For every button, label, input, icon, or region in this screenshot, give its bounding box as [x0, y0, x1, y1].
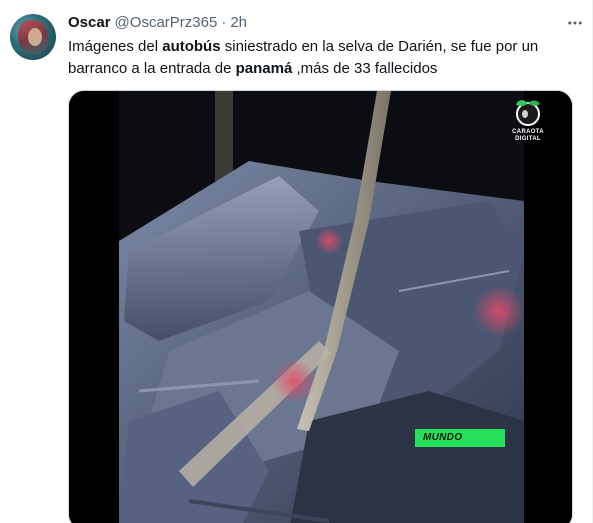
separator-dot: ·	[221, 14, 227, 31]
tweet-content: Oscar @OscarPrz365 · 2h Imágenes del aut…	[68, 12, 578, 80]
tweet-time[interactable]: 2h	[230, 13, 247, 33]
more-options-button[interactable]	[564, 12, 586, 34]
tweet-text: Imágenes del autobús siniestrado en la s…	[68, 36, 568, 80]
tweet-media-video[interactable]: CARAOTA DIGITAL MUNDO	[68, 90, 573, 523]
caraota-logo: CARAOTA DIGITAL	[498, 97, 558, 143]
category-badge: MUNDO	[415, 429, 505, 447]
avatar[interactable]	[10, 14, 56, 60]
tweet-text-part: ,más de 33 fallecidos	[292, 60, 438, 77]
avatar-face	[28, 28, 42, 46]
tweet-card[interactable]: Oscar @OscarPrz365 · 2h Imágenes del aut…	[0, 0, 593, 523]
author-handle[interactable]: @OscarPrz365	[115, 13, 218, 33]
media-frame	[69, 91, 572, 523]
caraota-logo-icon	[513, 97, 543, 127]
more-options-icon	[568, 21, 582, 25]
tweet-text-part: Imágenes del	[68, 38, 163, 55]
tweet-header: Oscar @OscarPrz365 · 2h	[68, 12, 578, 34]
tweet-text-bold: panamá	[235, 60, 293, 77]
tweet-text-bold: autobús	[162, 38, 221, 55]
logo-line-2: DIGITAL	[515, 136, 541, 142]
logo-line-1: CARAOTA	[512, 129, 544, 135]
author-name[interactable]: Oscar	[68, 13, 111, 33]
avatar-container[interactable]	[10, 14, 56, 60]
